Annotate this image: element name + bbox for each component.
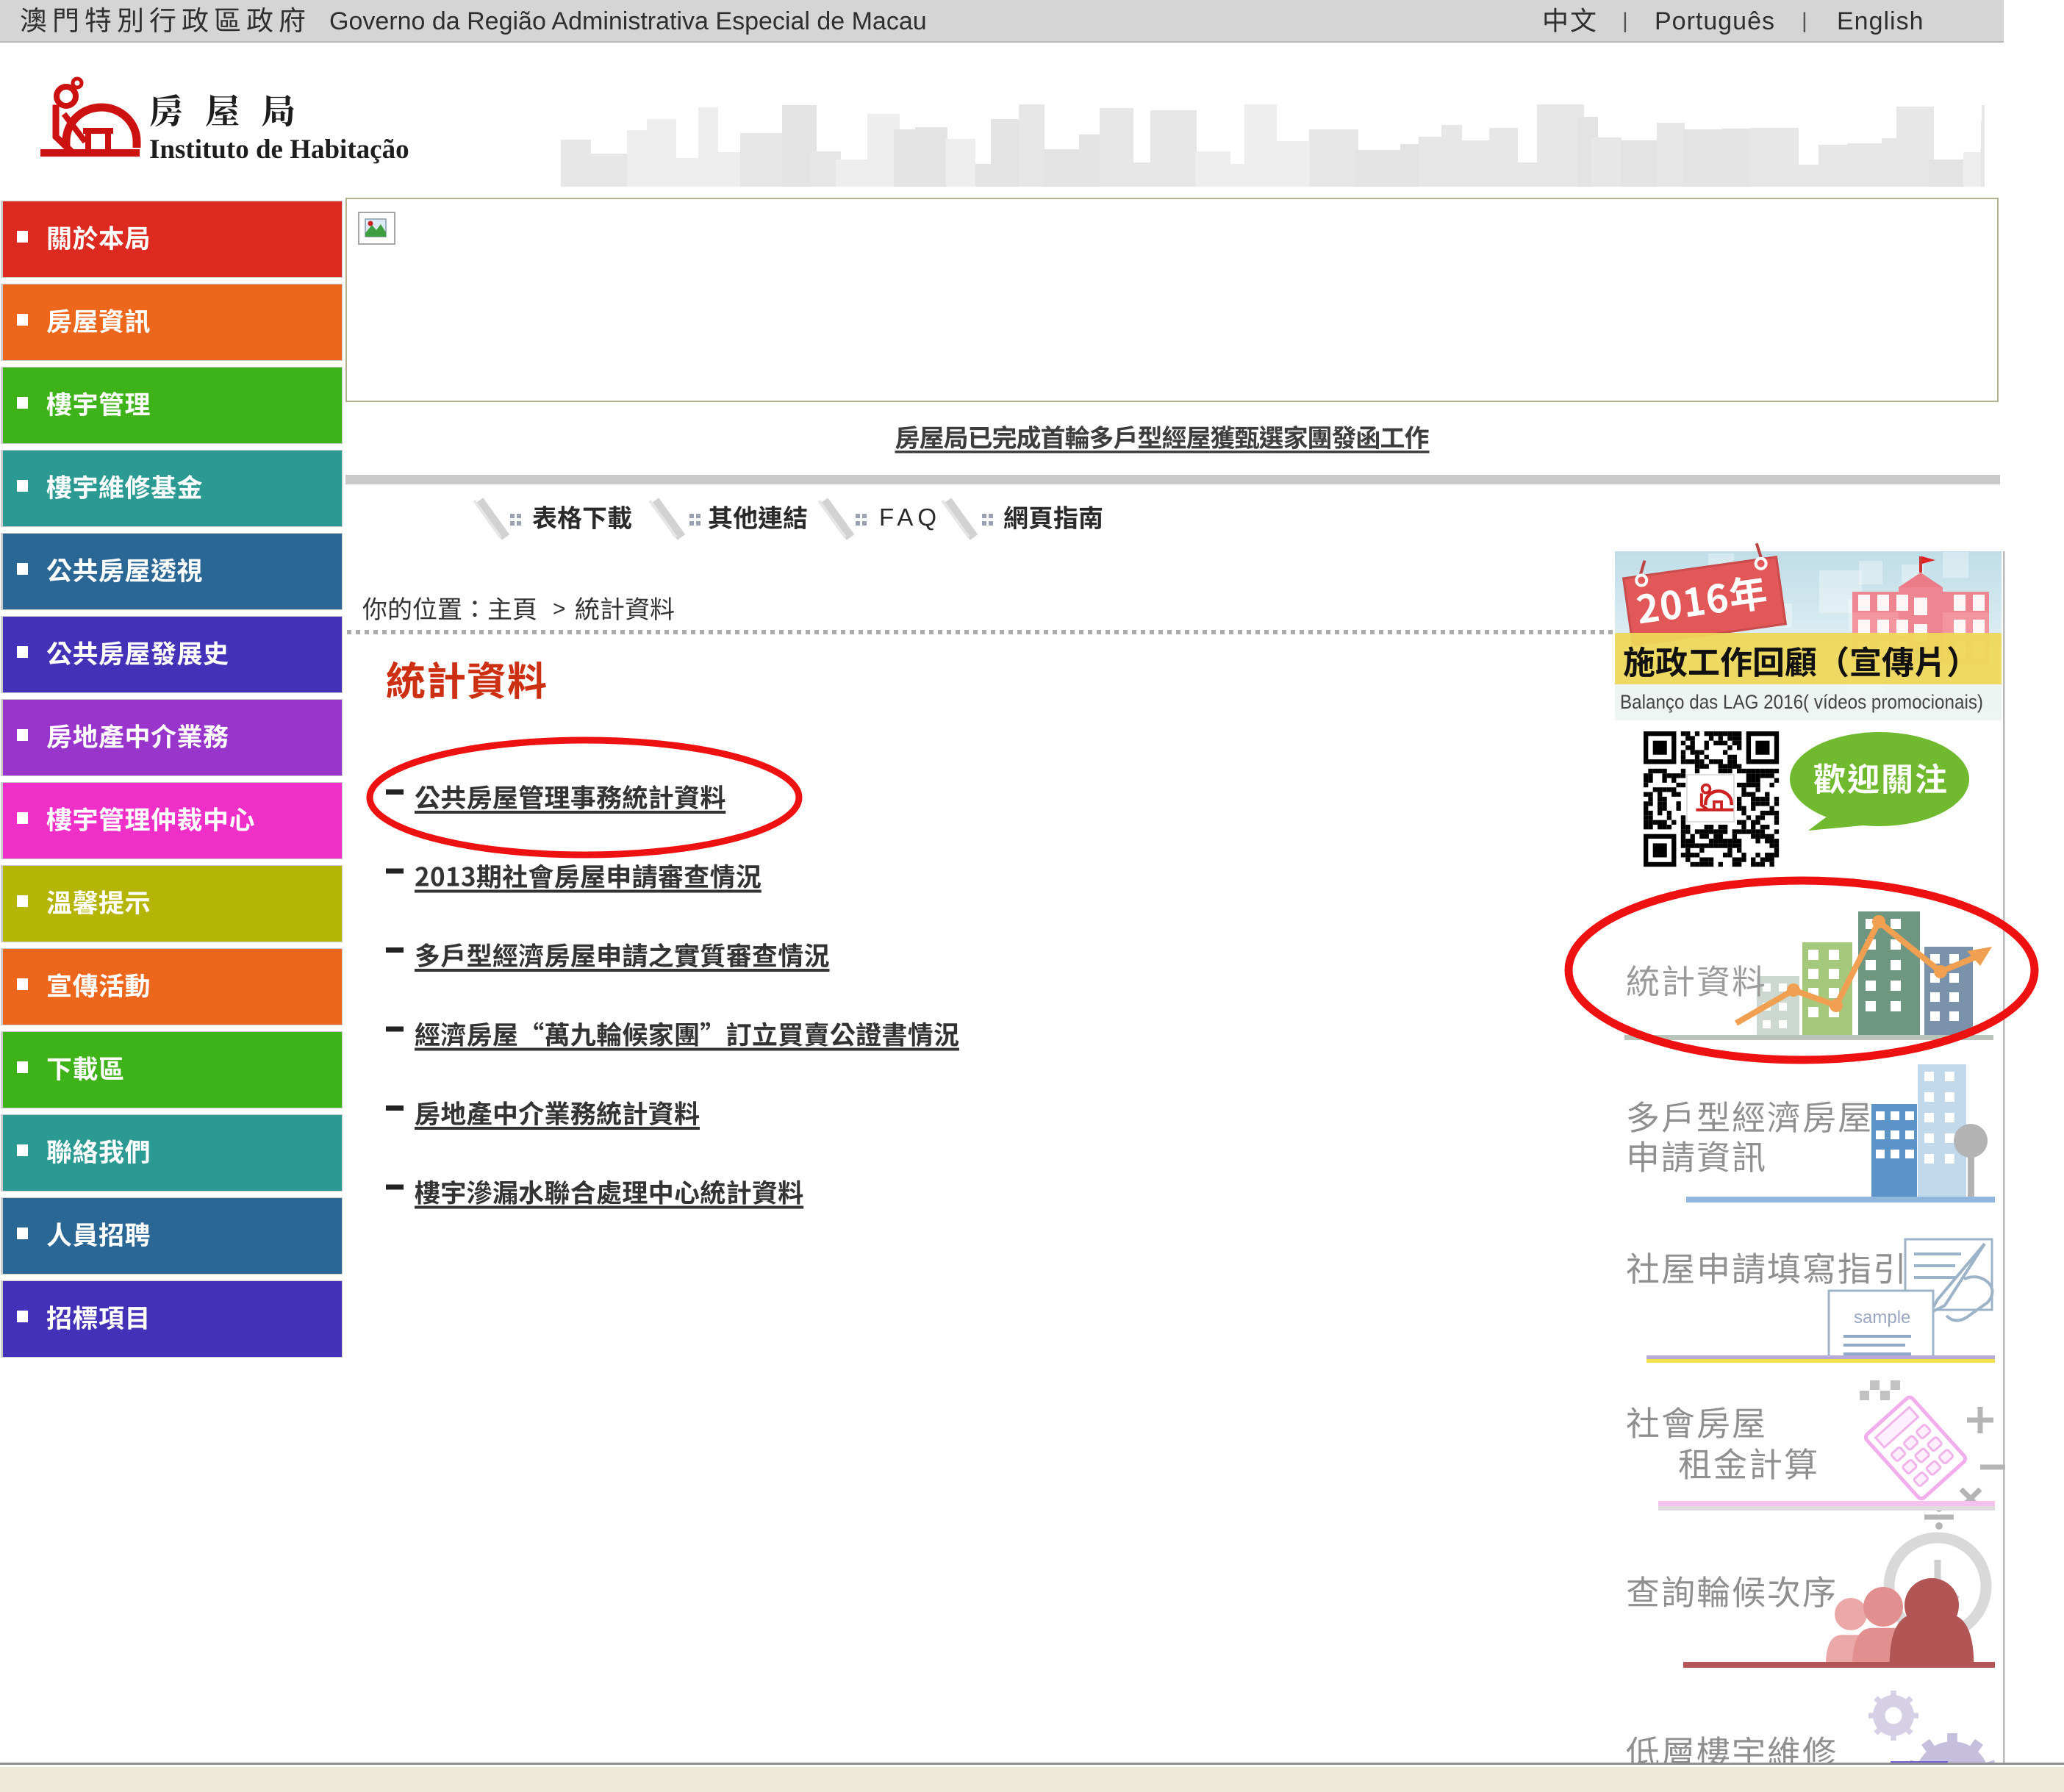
svg-text:|: | — [1622, 9, 1628, 33]
svg-text:FAQ: FAQ — [879, 503, 941, 531]
svg-text:Governo da Região Administrati: Governo da Região Administrativa Especia… — [329, 7, 927, 35]
svg-text:Português: Português — [1655, 7, 1775, 35]
svg-text:>: > — [553, 597, 566, 621]
svg-text:|: | — [1802, 9, 1807, 33]
svg-text:Instituto de Habitação: Instituto de Habitação — [149, 135, 409, 165]
svg-text:sample: sample — [1854, 1308, 1910, 1327]
svg-text:Balanço das LAG 2016( vídeos p: Balanço das LAG 2016( vídeos promocionai… — [1620, 691, 1983, 713]
svg-text:English: English — [1837, 7, 1924, 35]
